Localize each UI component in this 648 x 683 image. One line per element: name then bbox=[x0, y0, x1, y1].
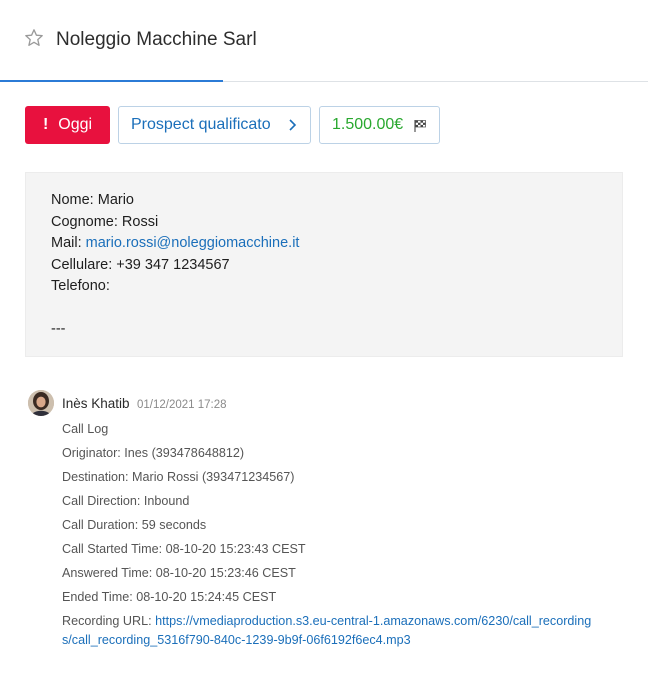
chevron-right-icon bbox=[289, 119, 297, 131]
avatar bbox=[28, 390, 54, 416]
call-direction: Call Direction: Inbound bbox=[62, 494, 190, 508]
contact-separator: --- bbox=[51, 321, 66, 337]
star-icon[interactable] bbox=[24, 28, 44, 48]
contact-first-name: Nome: Mario bbox=[51, 192, 134, 208]
call-originator: Originator: Ines (393478648812) bbox=[62, 446, 245, 460]
contact-spacer bbox=[51, 298, 622, 320]
contact-phone: Telefono: bbox=[51, 278, 110, 294]
note-timestamp: 01/12/2021 17:28 bbox=[137, 399, 227, 411]
recording-url-label: Recording URL: bbox=[62, 614, 152, 628]
exclamation-icon: ! bbox=[42, 116, 49, 133]
record-header: Noleggio Macchine Sarl bbox=[0, 0, 648, 82]
amount-button[interactable]: 1.500.00€ bbox=[319, 106, 440, 144]
call-answered-time: Answered Time: 08-10-20 15:23:46 CEST bbox=[62, 566, 296, 580]
recording-url-row: Recording URL: https://vmediaproduction.… bbox=[62, 612, 592, 650]
call-started-time: Call Started Time: 08-10-20 15:23:43 CES… bbox=[62, 542, 306, 556]
today-button-label: Oggi bbox=[58, 116, 93, 133]
contact-mail-prefix: Mail: bbox=[51, 235, 82, 251]
call-destination: Destination: Mario Rossi (393471234567) bbox=[62, 470, 295, 484]
contact-mail-link[interactable]: mario.rossi@noleggiomacchine.it bbox=[86, 235, 300, 251]
note-header: Inès Khatib 01/12/2021 17:28 bbox=[62, 395, 227, 413]
contact-last-name: Cognome: Rossi bbox=[51, 213, 159, 230]
stage-button-label: Prospect qualificato bbox=[131, 116, 271, 133]
contact-info-panel: Nome: Mario Cognome: Rossi Mail: mario.r… bbox=[25, 172, 623, 357]
checkered-flag-icon bbox=[414, 120, 426, 132]
amount-button-label: 1.500.00€ bbox=[332, 116, 404, 133]
note-author: Inès Khatib bbox=[62, 396, 130, 411]
call-ended-time: Ended Time: 08-10-20 15:24:45 CEST bbox=[62, 590, 277, 604]
stage-button[interactable]: Prospect qualificato bbox=[118, 106, 311, 144]
call-log-title: Call Log bbox=[62, 422, 109, 436]
user-avatar-icon bbox=[28, 390, 54, 416]
contact-mail-row: Mail: mario.rossi@noleggiomacchine.it bbox=[51, 233, 622, 255]
contact-mobile: Cellulare: +39 347 1234567 bbox=[51, 256, 230, 273]
call-duration: Call Duration: 59 seconds bbox=[62, 518, 207, 532]
active-tab-indicator bbox=[0, 80, 223, 82]
call-log-body: Call Log Originator: Ines (393478648812)… bbox=[62, 417, 592, 650]
page-title: Noleggio Macchine Sarl bbox=[56, 29, 257, 50]
today-button[interactable]: ! Oggi bbox=[25, 106, 110, 144]
